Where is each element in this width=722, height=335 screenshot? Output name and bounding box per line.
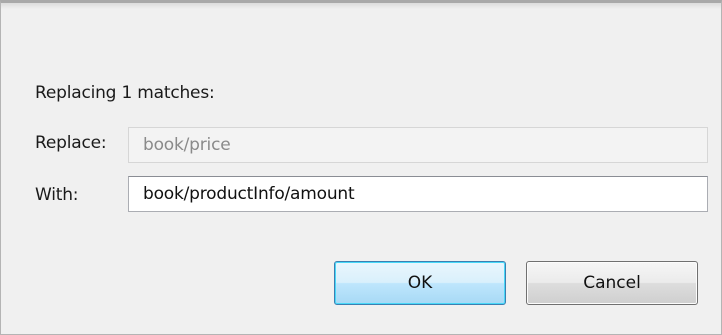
replace-label: Replace: bbox=[35, 133, 107, 153]
with-label: With: bbox=[35, 185, 79, 205]
cancel-button-label: Cancel bbox=[583, 273, 641, 293]
replace-dialog: Replacing 1 matches: Replace: With: OK C… bbox=[0, 0, 722, 335]
matches-message: Replacing 1 matches: bbox=[35, 83, 215, 103]
dialog-top-edge bbox=[1, 3, 721, 9]
cancel-button[interactable]: Cancel bbox=[526, 261, 698, 305]
with-field[interactable] bbox=[128, 176, 708, 212]
ok-button-label: OK bbox=[407, 273, 433, 293]
ok-button[interactable]: OK bbox=[334, 261, 506, 305]
replace-field bbox=[128, 127, 708, 163]
